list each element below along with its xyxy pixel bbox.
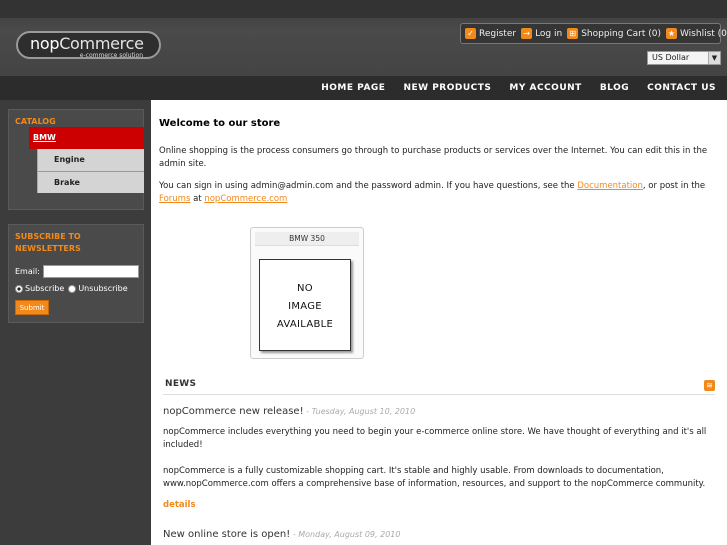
subscribe-options: Subscribe Unsubscribe <box>15 284 128 293</box>
no-image-placeholder: NO IMAGE AVAILABLE <box>260 280 350 334</box>
unsubscribe-label: Unsubscribe <box>78 284 128 293</box>
logo-text-commerce: Commerce <box>59 34 144 53</box>
logo[interactable]: nopCommerce e-commerce solution <box>16 31 161 59</box>
wishlist-link[interactable]: ★ Wishlist (0) <box>665 28 727 39</box>
newsletter-box: SUBSCRIBE TO NEWSLETTERS Email: Subscrib… <box>8 224 144 323</box>
forums-link[interactable]: Forums <box>159 194 190 204</box>
main-nav: HOME PAGE NEW PRODUCTS MY ACCOUNT BLOG C… <box>0 76 727 100</box>
news-title: NEWS <box>165 379 197 389</box>
logo-text-nop: nop <box>30 34 60 53</box>
logo-text: nopCommerce <box>30 34 144 53</box>
subscribe-radio[interactable] <box>15 284 23 293</box>
product-name[interactable]: BMW 350 <box>255 232 359 246</box>
news-item-1-title[interactable]: nopCommerce new release! <box>163 406 304 417</box>
no-image-line-2: IMAGE <box>288 301 322 312</box>
news-item-1-body: nopCommerce includes everything you need… <box>163 427 707 450</box>
signin-text-b: , or post in the <box>642 181 706 191</box>
nav-home[interactable]: HOME PAGE <box>321 76 385 100</box>
documentation-link[interactable]: Documentation <box>577 181 643 191</box>
register-link[interactable]: ✓ Register <box>465 28 516 39</box>
category-brake[interactable]: Brake <box>37 171 144 193</box>
email-field[interactable] <box>42 265 139 278</box>
subscribe-label: Subscribe <box>25 284 65 293</box>
shopping-cart-link[interactable]: ⊞ Shopping Cart (0) <box>567 28 661 39</box>
cart-label: Shopping Cart (0) <box>581 28 661 39</box>
news-item-title: New online store is open! - Monday, Augu… <box>163 529 400 540</box>
nav-my-account[interactable]: MY ACCOUNT <box>509 76 581 100</box>
news-item-2-date: - Monday, August 09, 2010 <box>290 530 401 539</box>
product-image[interactable]: NO IMAGE AVAILABLE <box>259 259 351 351</box>
welcome-signin-text: You can sign in using admin@admin.com an… <box>159 180 717 206</box>
signin-text-c: at <box>190 194 205 204</box>
news-header: NEWS ≋ <box>163 379 715 395</box>
left-sidebar: CATALOG BMW Engine Brake SUBSCRIBE TO NE… <box>0 100 151 545</box>
currency-value: US Dollar <box>652 53 690 62</box>
currency-select[interactable]: US Dollar ▼ <box>647 51 721 65</box>
no-image-line-3: AVAILABLE <box>276 319 334 330</box>
register-icon: ✓ <box>465 28 476 39</box>
nav-contact[interactable]: CONTACT US <box>647 76 716 100</box>
category-bmw[interactable]: BMW <box>29 127 144 149</box>
chevron-down-icon: ▼ <box>708 52 720 64</box>
page-title: Welcome to our store <box>159 118 281 129</box>
star-icon: ★ <box>665 28 677 39</box>
nav-blog[interactable]: BLOG <box>600 76 629 100</box>
login-icon: → <box>521 28 533 39</box>
email-label: Email: <box>15 267 40 276</box>
header-links: ✓ Register → Log in ⊞ Shopping Cart (0) … <box>460 23 727 44</box>
cart-icon: ⊞ <box>567 28 579 39</box>
news-item-1-date: - Tuesday, August 10, 2010 <box>303 407 416 416</box>
newsletter-title: SUBSCRIBE TO NEWSLETTERS <box>15 232 81 253</box>
news-item-title: nopCommerce new release! - Tuesday, Augu… <box>163 406 415 417</box>
welcome-text: Online shopping is the process consumers… <box>159 146 708 169</box>
logo-tagline: e-commerce solution <box>79 52 143 59</box>
nav-new-products[interactable]: NEW PRODUCTS <box>403 76 491 100</box>
news-item-2-title[interactable]: New online store is open! <box>163 529 290 540</box>
main-content: Welcome to our store Online shopping is … <box>151 100 727 545</box>
submit-button[interactable]: Submit <box>15 300 49 315</box>
register-label: Register <box>479 28 517 39</box>
nopcommerce-link[interactable]: nopCommerce.com <box>204 194 287 204</box>
login-label: Log in <box>535 28 563 39</box>
unsubscribe-radio[interactable] <box>68 284 77 293</box>
header-top-strip <box>0 0 727 18</box>
rss-icon[interactable]: ≋ <box>704 380 715 391</box>
wishlist-label: Wishlist (0) <box>679 28 727 39</box>
news-item-1-body-2: nopCommerce is a fully customizable shop… <box>163 466 706 489</box>
signin-text-a: You can sign in using admin@admin.com an… <box>159 181 578 191</box>
category-engine[interactable]: Engine <box>37 149 144 171</box>
product-card[interactable]: BMW 350 NO IMAGE AVAILABLE <box>250 227 364 359</box>
newsletter-email-row: Email: <box>15 265 139 278</box>
news-details-link[interactable]: details <box>163 500 196 510</box>
login-link[interactable]: → Log in <box>521 28 562 39</box>
no-image-line-1: NO <box>297 283 313 294</box>
site-header: nopCommerce e-commerce solution ✓ Regist… <box>0 0 727 76</box>
